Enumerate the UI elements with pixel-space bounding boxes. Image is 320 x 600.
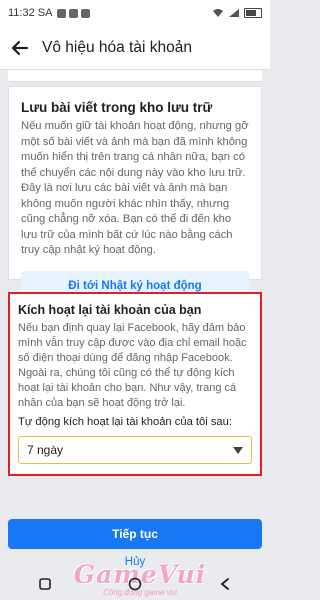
- page-title: Vô hiệu hóa tài khoản: [42, 38, 192, 56]
- nav-back-button[interactable]: [210, 573, 240, 595]
- archive-card: Lưu bài viết trong kho lưu trữ Nếu muốn …: [8, 86, 262, 301]
- cellular-signal-icon: [229, 9, 239, 17]
- app-bar: Vô hiệu hóa tài khoản: [0, 26, 270, 70]
- notification-icon: [57, 8, 67, 18]
- continue-button[interactable]: Tiếp tục: [8, 519, 262, 549]
- battery-icon: [244, 8, 262, 18]
- auto-reactivate-select-value: 7 ngày: [27, 443, 64, 457]
- auto-reactivate-label: Tự động kích hoạt lại tài khoản của tôi …: [18, 416, 232, 428]
- archive-card-body: Nếu muốn giữ tài khoản hoạt động, nhưng …: [21, 120, 249, 256]
- auto-reactivate-select[interactable]: 7 ngày: [18, 436, 252, 464]
- back-button[interactable]: [8, 36, 32, 60]
- app-notification-icon: [81, 8, 91, 18]
- dropdown-arrow-icon: [233, 446, 243, 454]
- reactivate-card-body: Nếu bạn định quay lại Facebook, hãy đảm …: [18, 322, 247, 409]
- nav-back-icon: [220, 578, 229, 590]
- status-bar: 11:32 SA: [0, 0, 270, 26]
- archive-card-title: Lưu bài viết trong kho lưu trữ: [21, 100, 213, 115]
- status-time: 11:32 SA: [8, 7, 53, 19]
- reactivate-card: Kích hoạt lại tài khoản của bạn Nếu bạn …: [8, 292, 262, 476]
- wifi-icon: [213, 9, 223, 17]
- home-icon: [128, 577, 142, 591]
- recent-apps-icon: [39, 578, 51, 590]
- back-arrow-icon: [11, 40, 29, 55]
- reactivate-card-title: Kích hoạt lại tài khoản của bạn: [18, 303, 202, 317]
- recent-apps-button[interactable]: [30, 573, 60, 595]
- image-notification-icon: [69, 8, 79, 18]
- cancel-button[interactable]: Hủy: [0, 556, 270, 568]
- system-nav-bar: [0, 568, 270, 600]
- previous-card-bottom: [8, 70, 262, 82]
- home-button[interactable]: [120, 573, 150, 595]
